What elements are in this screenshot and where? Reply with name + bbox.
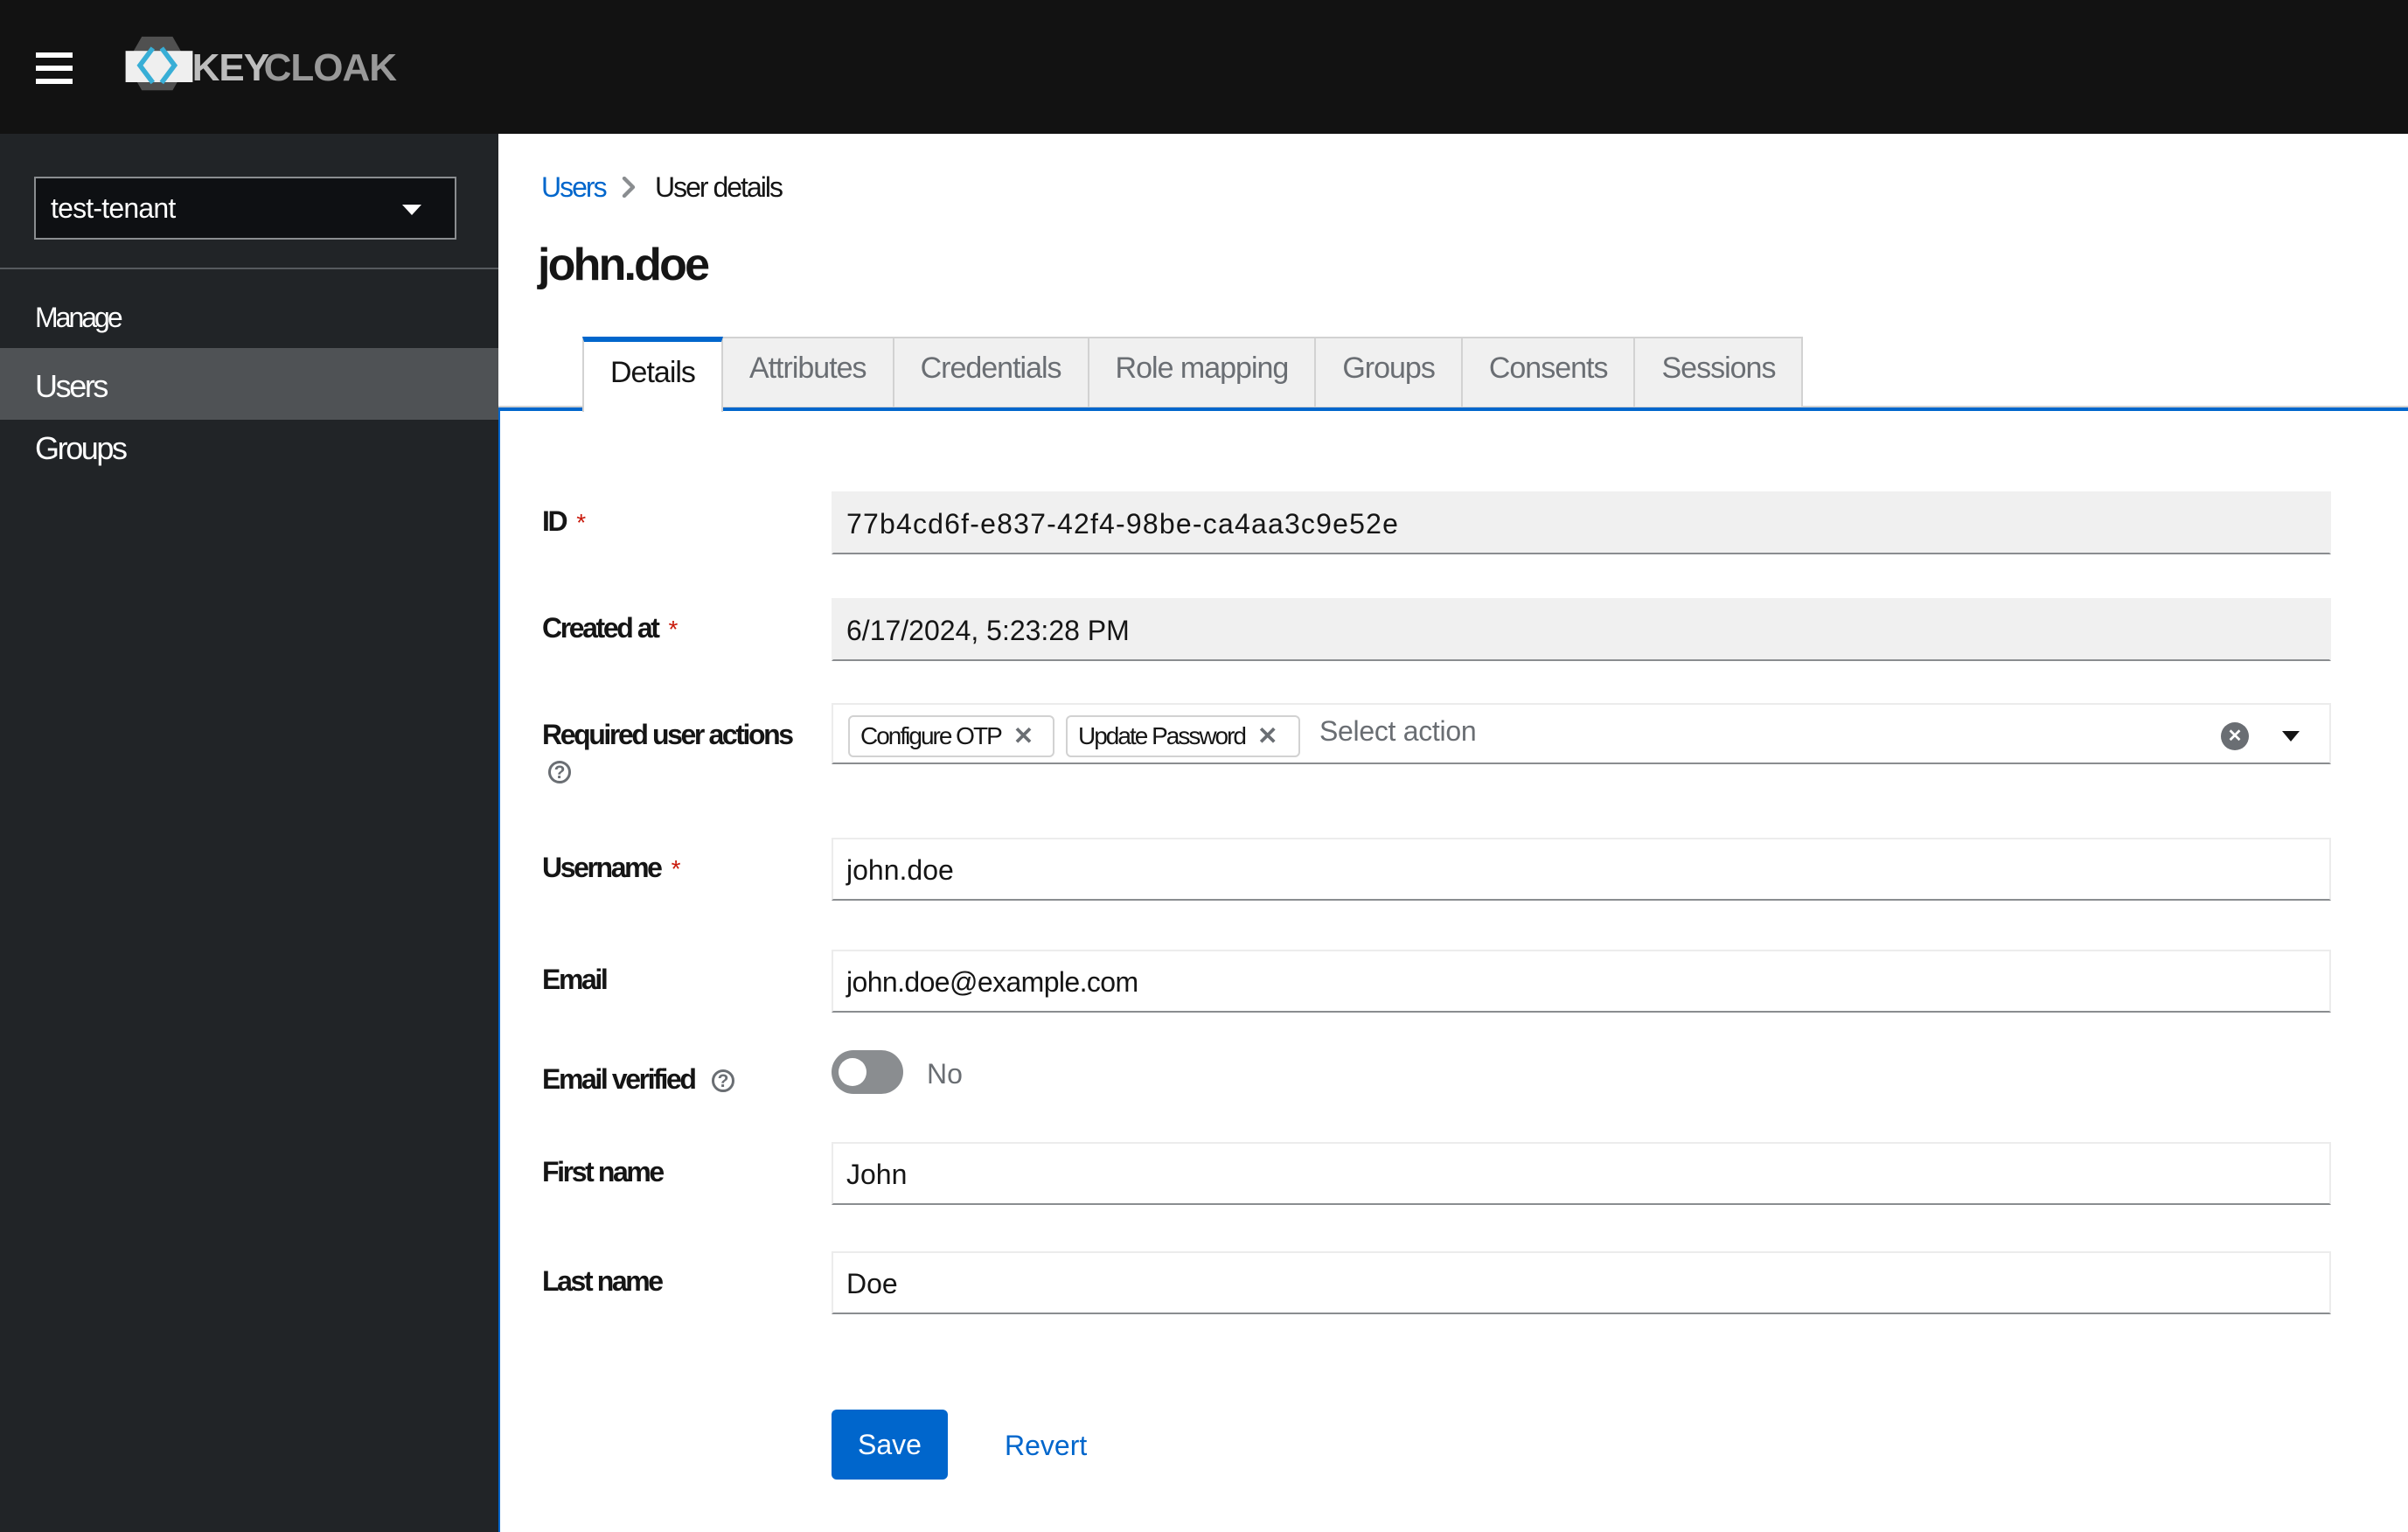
svg-text:KEY: KEY — [192, 46, 269, 89]
svg-text:CLOAK: CLOAK — [264, 46, 398, 89]
